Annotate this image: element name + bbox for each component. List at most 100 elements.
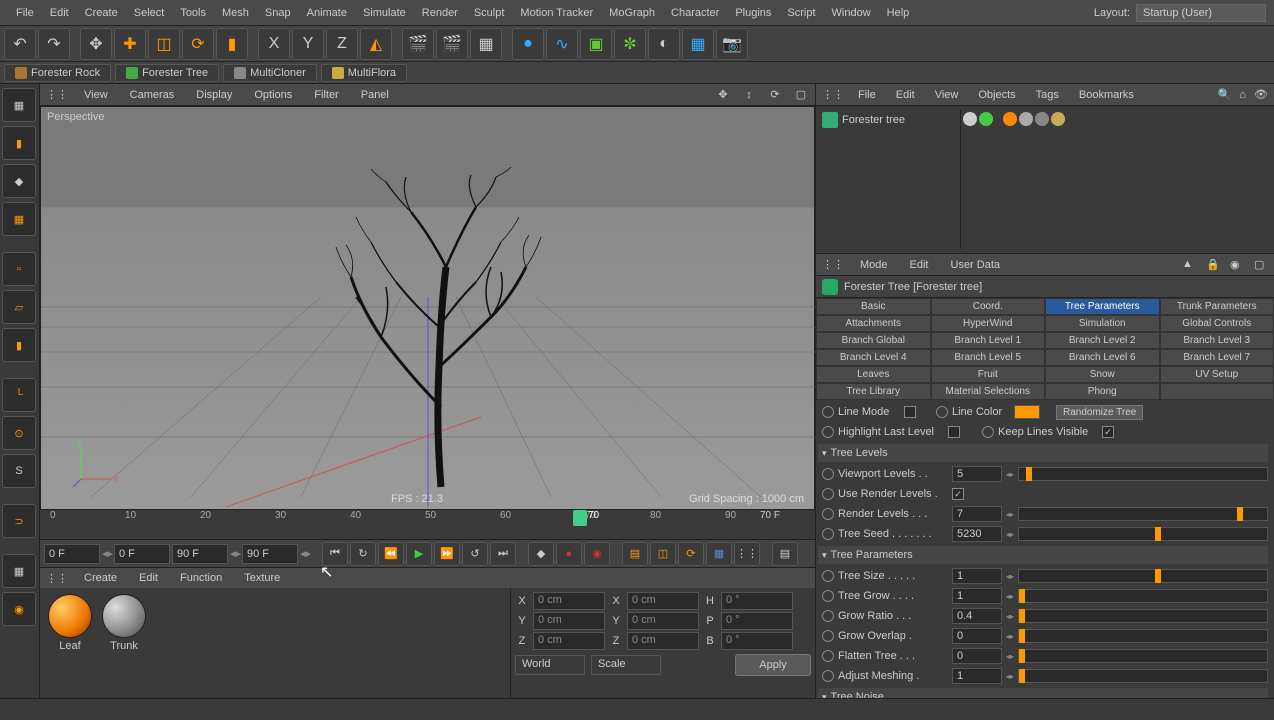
- up-arrow-icon[interactable]: ▲: [1182, 258, 1196, 272]
- goto-end-button[interactable]: ⏭: [490, 542, 516, 566]
- param-slider[interactable]: [1018, 629, 1268, 643]
- menu-file[interactable]: File: [8, 2, 42, 24]
- vp-max-icon[interactable]: ▢: [793, 87, 809, 103]
- param-anim-dot[interactable]: [822, 650, 834, 662]
- prim-button[interactable]: ▮: [216, 28, 248, 60]
- tab-material-selections[interactable]: Material Selections: [931, 383, 1046, 400]
- visibility-tag-icon[interactable]: [963, 112, 977, 126]
- tab-empty[interactable]: [1160, 383, 1274, 400]
- randomize-tree-button[interactable]: Randomize Tree: [1056, 405, 1143, 420]
- magnet-button[interactable]: ⊃: [2, 504, 36, 538]
- y-axis-button[interactable]: Y: [292, 28, 324, 60]
- obj-edit-menu[interactable]: Edit: [890, 87, 921, 103]
- coord-mode-dropdown[interactable]: Scale: [591, 655, 661, 675]
- param-field[interactable]: 1: [952, 568, 1002, 584]
- generator-button[interactable]: ▣: [580, 28, 612, 60]
- object-mode-button[interactable]: ▮: [2, 126, 36, 160]
- menu-simulate[interactable]: Simulate: [355, 2, 414, 24]
- menu-mograph[interactable]: MoGraph: [601, 2, 663, 24]
- pos-y-field[interactable]: 0 cm: [533, 612, 605, 630]
- loop2-button[interactable]: ↺: [462, 542, 488, 566]
- material-tag-leaf-icon[interactable]: [1003, 112, 1017, 126]
- tab-branch-level-2[interactable]: Branch Level 2: [1045, 332, 1160, 349]
- scale-button[interactable]: ◫: [148, 28, 180, 60]
- param-anim-dot[interactable]: [822, 468, 834, 480]
- menu-sculpt[interactable]: Sculpt: [466, 2, 513, 24]
- timeline[interactable]: 0 10 20 30 40 50 60 70 80 90 70 70 F: [40, 510, 815, 540]
- render-region-button[interactable]: ◉: [2, 592, 36, 626]
- axis-mode-button[interactable]: └: [2, 378, 36, 412]
- tree-levels-section[interactable]: Tree Levels: [818, 444, 1268, 462]
- rot-p-field[interactable]: 0 °: [721, 612, 793, 630]
- object-manager[interactable]: Forester tree: [816, 106, 1274, 254]
- tab-basic[interactable]: Basic: [816, 298, 931, 315]
- loop-button[interactable]: ↻: [350, 542, 376, 566]
- x-axis-button[interactable]: X: [258, 28, 290, 60]
- render-view-button[interactable]: 🎬: [402, 28, 434, 60]
- tab-snow[interactable]: Snow: [1045, 366, 1160, 383]
- material-leaf[interactable]: Leaf: [46, 594, 94, 692]
- pos-z-field[interactable]: 0 cm: [533, 632, 605, 650]
- grip-icon[interactable]: ⋮⋮: [822, 88, 844, 101]
- vp-move-icon[interactable]: ✥: [715, 87, 731, 103]
- point-mode-button[interactable]: ▫: [2, 252, 36, 286]
- menu-tools[interactable]: Tools: [172, 2, 214, 24]
- forester-rock-tab[interactable]: Forester Rock: [4, 64, 111, 82]
- tab-hyperwind[interactable]: HyperWind: [931, 315, 1046, 332]
- symmetry-button[interactable]: S: [2, 454, 36, 488]
- tab-branch-level-5[interactable]: Branch Level 5: [931, 349, 1046, 366]
- new-window-icon[interactable]: ▢: [1254, 258, 1268, 272]
- size-z-field[interactable]: 0 cm: [627, 632, 699, 650]
- menu-select[interactable]: Select: [126, 2, 173, 24]
- mat-texture-menu[interactable]: Texture: [238, 570, 286, 586]
- tab-leaves[interactable]: Leaves: [816, 366, 931, 383]
- tab-uv-setup[interactable]: UV Setup: [1160, 366, 1274, 383]
- camera-button[interactable]: 📷: [716, 28, 748, 60]
- vp-zoom-icon[interactable]: ↕: [741, 87, 757, 103]
- tab-branch-level-1[interactable]: Branch Level 1: [931, 332, 1046, 349]
- highlight-checkbox[interactable]: [948, 426, 960, 438]
- key-rot-button[interactable]: ⟳: [678, 542, 704, 566]
- menu-render[interactable]: Render: [414, 2, 466, 24]
- obj-objects-menu[interactable]: Objects: [972, 87, 1021, 103]
- coord-space-dropdown[interactable]: World: [515, 655, 585, 675]
- snap-button[interactable]: ⊙: [2, 416, 36, 450]
- param-field[interactable]: 1: [952, 668, 1002, 684]
- undo-button[interactable]: ↶: [4, 28, 36, 60]
- param-anim-dot[interactable]: [822, 488, 834, 500]
- tab-global-controls[interactable]: Global Controls: [1160, 315, 1274, 332]
- current-frame-field[interactable]: 90 F: [242, 544, 298, 564]
- redo-button[interactable]: ↷: [38, 28, 70, 60]
- param-field[interactable]: 0: [952, 648, 1002, 664]
- param-field[interactable]: 5: [952, 466, 1002, 482]
- vp-view-menu[interactable]: View: [78, 86, 114, 104]
- key-opts-button[interactable]: ⋮⋮: [734, 542, 760, 566]
- menu-motiontracker[interactable]: Motion Tracker: [512, 2, 601, 24]
- menu-animate[interactable]: Animate: [299, 2, 355, 24]
- param-slider[interactable]: [1018, 527, 1268, 541]
- move-button[interactable]: ✚: [114, 28, 146, 60]
- tab-trunk-parameters[interactable]: Trunk Parameters: [1160, 298, 1274, 315]
- keep-lines-checkbox[interactable]: ✓: [1102, 426, 1114, 438]
- param-field[interactable]: 7: [952, 506, 1002, 522]
- playhead[interactable]: [573, 510, 587, 526]
- tab-tree-library[interactable]: Tree Library: [816, 383, 931, 400]
- search-icon[interactable]: 🔍: [1218, 88, 1232, 101]
- mat-edit-menu[interactable]: Edit: [133, 570, 164, 586]
- param-field[interactable]: 0.4: [952, 608, 1002, 624]
- size-y-field[interactable]: 0 cm: [627, 612, 699, 630]
- rot-b-field[interactable]: 0 °: [721, 632, 793, 650]
- vp-filter-menu[interactable]: Filter: [308, 86, 344, 104]
- primitive-button[interactable]: ●: [512, 28, 544, 60]
- vp-panel-menu[interactable]: Panel: [355, 86, 395, 104]
- record-button[interactable]: ●: [556, 542, 582, 566]
- phong-tag-icon[interactable]: [1035, 112, 1049, 126]
- menu-help[interactable]: Help: [879, 2, 918, 24]
- material-tag-trunk-icon[interactable]: [1019, 112, 1033, 126]
- size-x-field[interactable]: 0 cm: [627, 592, 699, 610]
- next-frame-button[interactable]: ⏩: [434, 542, 460, 566]
- workplane-button[interactable]: ▦: [2, 202, 36, 236]
- menu-script[interactable]: Script: [779, 2, 823, 24]
- param-slider[interactable]: [1018, 507, 1268, 521]
- model-mode-button[interactable]: ▦: [2, 88, 36, 122]
